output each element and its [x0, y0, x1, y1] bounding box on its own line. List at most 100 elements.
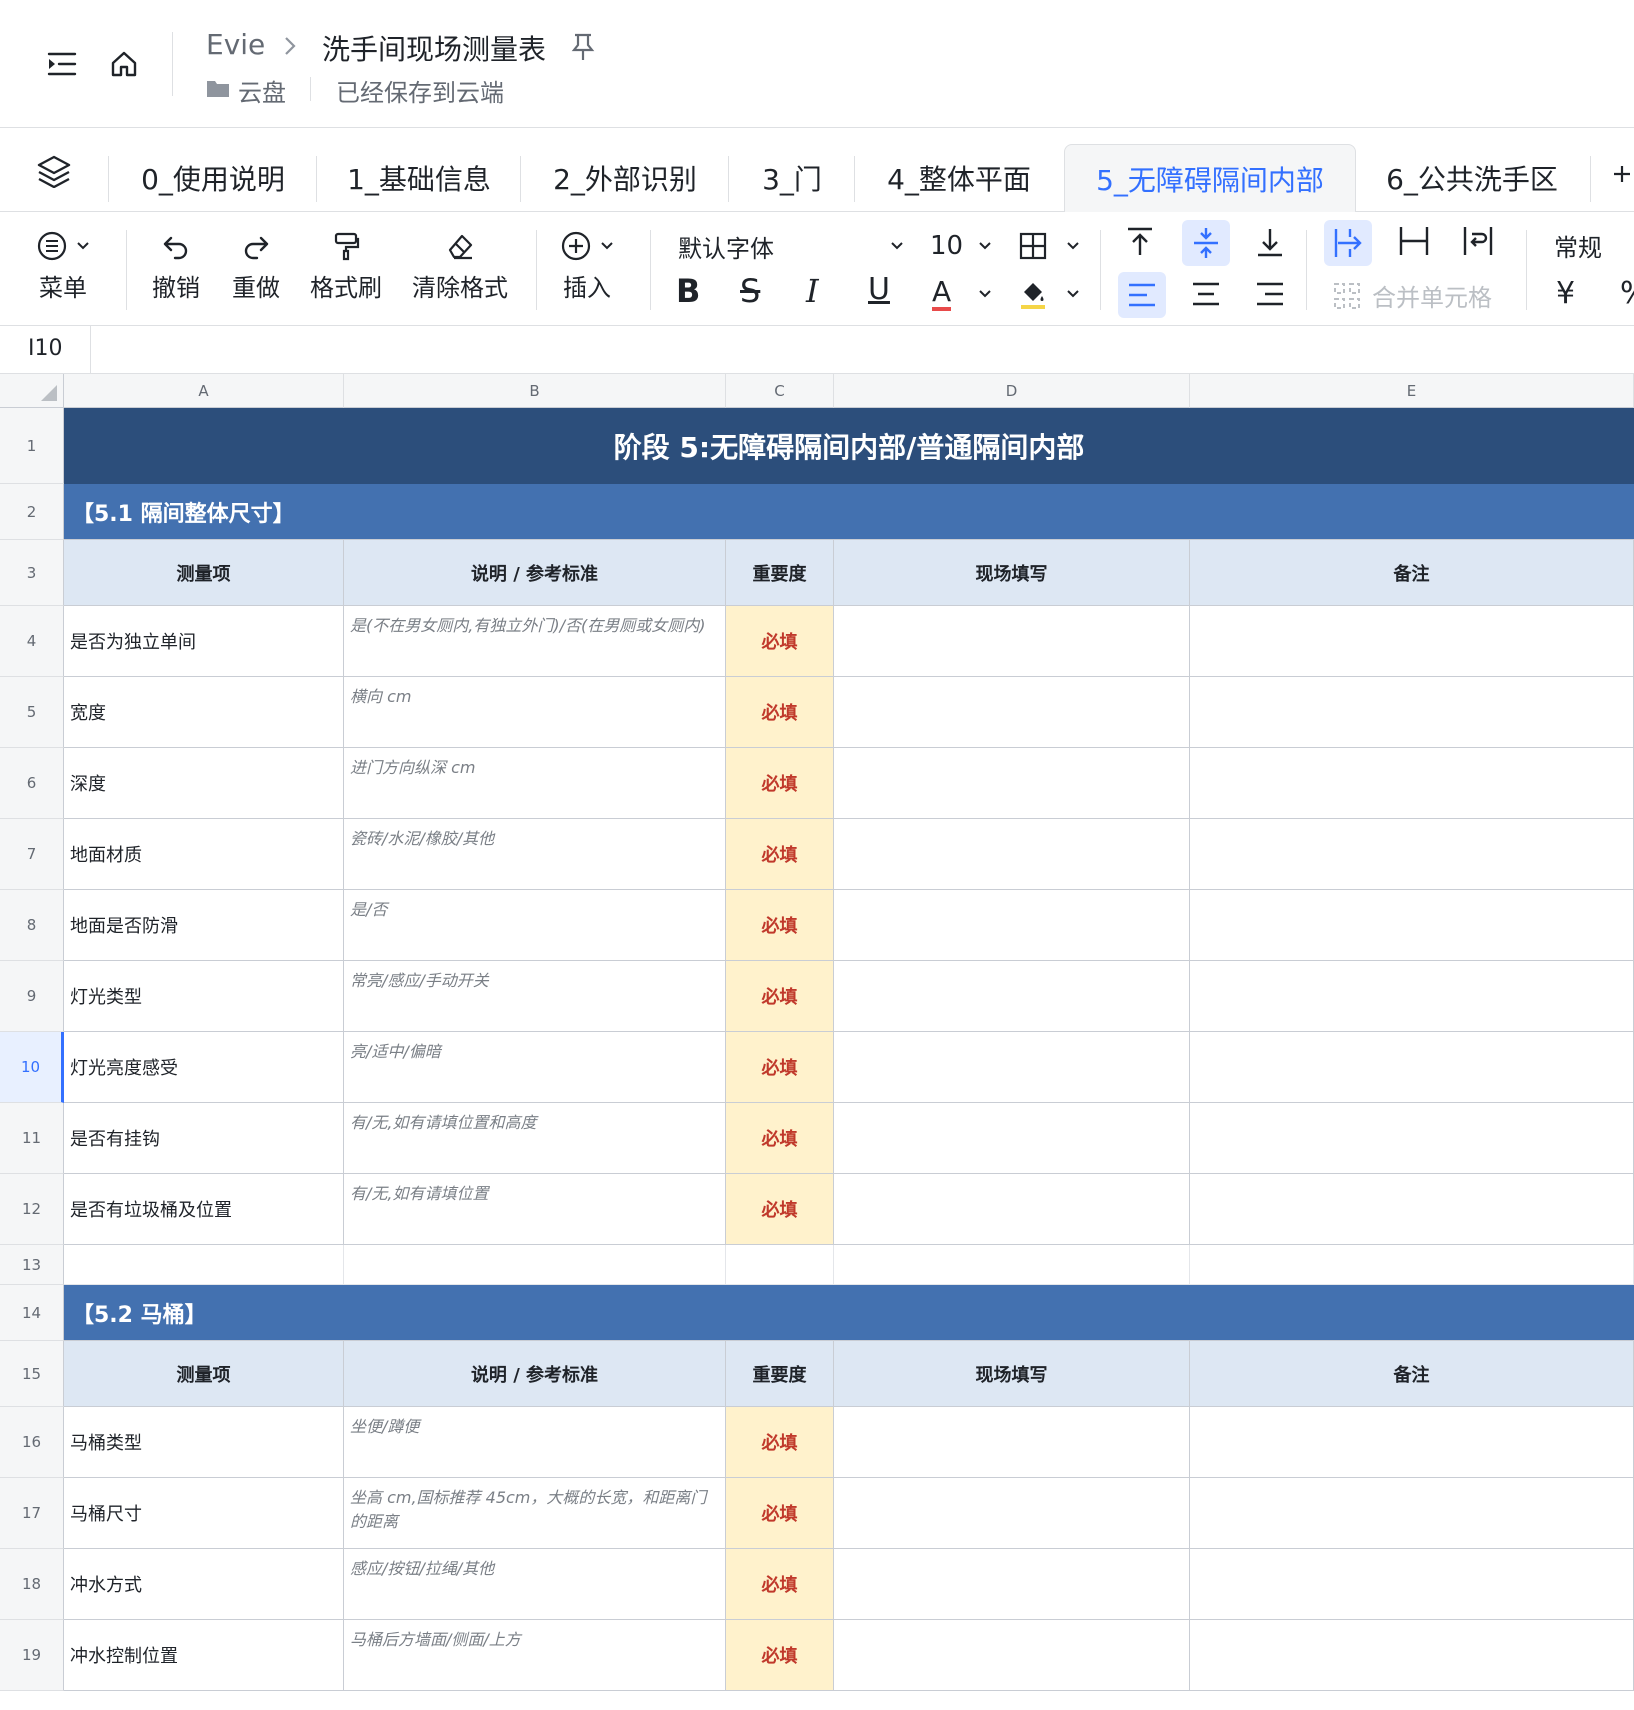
reference-standard-cell[interactable]: 是(不在男女厕内,有独立外门)/否(在男厕或女厕内) [344, 606, 726, 677]
reference-standard-cell[interactable]: 坐便/蹲便 [344, 1407, 726, 1478]
row-header[interactable]: 3 [0, 540, 64, 606]
table-header-cell[interactable]: 说明 / 参考标准 [344, 1341, 726, 1407]
measure-item-cell[interactable]: 冲水控制位置 [64, 1620, 344, 1691]
menu-button[interactable]: 菜单 [36, 230, 90, 303]
italic-icon[interactable]: I [806, 272, 819, 310]
reference-standard-cell[interactable]: 横向 cm [344, 677, 726, 748]
onsite-entry-cell[interactable] [834, 677, 1190, 748]
table-header-cell[interactable]: 重要度 [726, 1341, 834, 1407]
currency-format-icon[interactable]: ¥ [1556, 276, 1575, 311]
table-header-cell[interactable]: 重要度 [726, 540, 834, 606]
column-header-a[interactable]: A [64, 374, 344, 408]
notes-cell[interactable] [1190, 961, 1634, 1032]
empty-cell[interactable] [64, 1245, 344, 1285]
redo-button[interactable]: 重做 [232, 230, 280, 303]
row-header[interactable]: 4 [0, 606, 64, 677]
importance-cell[interactable]: 必填 [726, 961, 834, 1032]
overflow-icon[interactable] [1324, 220, 1372, 266]
tab-0[interactable]: 0_使用说明 [110, 144, 316, 212]
notes-cell[interactable] [1190, 1478, 1634, 1549]
tab-3[interactable]: 3_门 [730, 144, 854, 212]
measure-item-cell[interactable]: 灯光亮度感受 [64, 1032, 344, 1103]
clear-format-button[interactable]: 清除格式 [412, 230, 508, 303]
merge-cells-button[interactable]: 合并单元格 [1332, 278, 1492, 313]
row-header[interactable]: 18 [0, 1549, 64, 1620]
table-header-cell[interactable]: 备注 [1190, 1341, 1634, 1407]
clip-icon[interactable] [1396, 224, 1432, 262]
column-header-c[interactable]: C [726, 374, 834, 408]
row-header[interactable]: 8 [0, 890, 64, 961]
formula-input[interactable] [92, 326, 1634, 374]
importance-cell[interactable]: 必填 [726, 1103, 834, 1174]
importance-cell[interactable]: 必填 [726, 677, 834, 748]
tab-6[interactable]: 6_公共洗手区 [1358, 144, 1586, 212]
onsite-entry-cell[interactable] [834, 819, 1190, 890]
row-header[interactable]: 5 [0, 677, 64, 748]
measure-item-cell[interactable]: 马桶类型 [64, 1407, 344, 1478]
table-header-cell[interactable]: 说明 / 参考标准 [344, 540, 726, 606]
measure-item-cell[interactable]: 灯光类型 [64, 961, 344, 1032]
importance-cell[interactable]: 必填 [726, 606, 834, 677]
sheet-banner-title[interactable]: 阶段 5:无障碍隔间内部/普通隔间内部 [64, 408, 1634, 484]
font-select[interactable]: 默认字体 [678, 226, 904, 266]
section-title[interactable]: 【5.1 隔间整体尺寸】 [64, 484, 1634, 540]
importance-cell[interactable]: 必填 [726, 1620, 834, 1691]
measure-item-cell[interactable]: 马桶尺寸 [64, 1478, 344, 1549]
row-header[interactable]: 12 [0, 1174, 64, 1245]
measure-item-cell[interactable]: 是否有垃圾桶及位置 [64, 1174, 344, 1245]
onsite-entry-cell[interactable] [834, 748, 1190, 819]
reference-standard-cell[interactable]: 常亮/感应/手动开关 [344, 961, 726, 1032]
reference-standard-cell[interactable]: 瓷砖/水泥/橡胶/其他 [344, 819, 726, 890]
table-header-cell[interactable]: 测量项 [64, 540, 344, 606]
column-header-d[interactable]: D [834, 374, 1190, 408]
row-header[interactable]: 1 [0, 408, 64, 484]
table-header-cell[interactable]: 现场填写 [834, 1341, 1190, 1407]
onsite-entry-cell[interactable] [834, 1032, 1190, 1103]
row-header[interactable]: 14 [0, 1285, 64, 1341]
align-left-icon[interactable] [1118, 272, 1166, 318]
empty-cell[interactable] [834, 1245, 1190, 1285]
notes-cell[interactable] [1190, 1174, 1634, 1245]
fill-color-button[interactable] [1018, 274, 1080, 314]
row-header[interactable]: 17 [0, 1478, 64, 1549]
onsite-entry-cell[interactable] [834, 1549, 1190, 1620]
table-header-cell[interactable]: 备注 [1190, 540, 1634, 606]
strikethrough-icon[interactable]: S [740, 272, 760, 310]
onsite-entry-cell[interactable] [834, 1174, 1190, 1245]
measure-item-cell[interactable]: 深度 [64, 748, 344, 819]
tab-1[interactable]: 1_基础信息 [318, 144, 520, 212]
notes-cell[interactable] [1190, 748, 1634, 819]
onsite-entry-cell[interactable] [834, 1478, 1190, 1549]
reference-standard-cell[interactable]: 是/否 [344, 890, 726, 961]
reference-standard-cell[interactable]: 马桶后方墙面/侧面/上方 [344, 1620, 726, 1691]
align-bottom-icon[interactable] [1252, 224, 1288, 264]
reference-standard-cell[interactable]: 坐高 cm,国标推荐 45cm，大概的长宽，和距离门的距离 [344, 1478, 726, 1549]
notes-cell[interactable] [1190, 1032, 1634, 1103]
notes-cell[interactable] [1190, 606, 1634, 677]
onsite-entry-cell[interactable] [834, 1407, 1190, 1478]
pin-icon[interactable] [570, 32, 596, 66]
importance-cell[interactable]: 必填 [726, 1478, 834, 1549]
notes-cell[interactable] [1190, 1407, 1634, 1478]
onsite-entry-cell[interactable] [834, 1620, 1190, 1691]
row-header[interactable]: 16 [0, 1407, 64, 1478]
cell-reference[interactable]: I10 [28, 336, 62, 361]
sidebar-toggle-icon[interactable] [44, 46, 80, 82]
measure-item-cell[interactable]: 地面材质 [64, 819, 344, 890]
reference-standard-cell[interactable]: 有/无,如有请填位置 [344, 1174, 726, 1245]
row-header[interactable]: 2 [0, 484, 64, 540]
notes-cell[interactable] [1190, 819, 1634, 890]
empty-cell[interactable] [1190, 1245, 1634, 1285]
onsite-entry-cell[interactable] [834, 606, 1190, 677]
row-header[interactable]: 7 [0, 819, 64, 890]
number-format-select[interactable]: 常规 [1554, 228, 1602, 263]
align-center-icon[interactable] [1190, 280, 1222, 312]
importance-cell[interactable]: 必填 [726, 819, 834, 890]
row-header[interactable]: 9 [0, 961, 64, 1032]
row-header[interactable]: 15 [0, 1341, 64, 1407]
importance-cell[interactable]: 必填 [726, 890, 834, 961]
notes-cell[interactable] [1190, 890, 1634, 961]
row-header[interactable]: 10 [0, 1032, 64, 1103]
reference-standard-cell[interactable]: 有/无,如有请填位置和高度 [344, 1103, 726, 1174]
importance-cell[interactable]: 必填 [726, 1174, 834, 1245]
